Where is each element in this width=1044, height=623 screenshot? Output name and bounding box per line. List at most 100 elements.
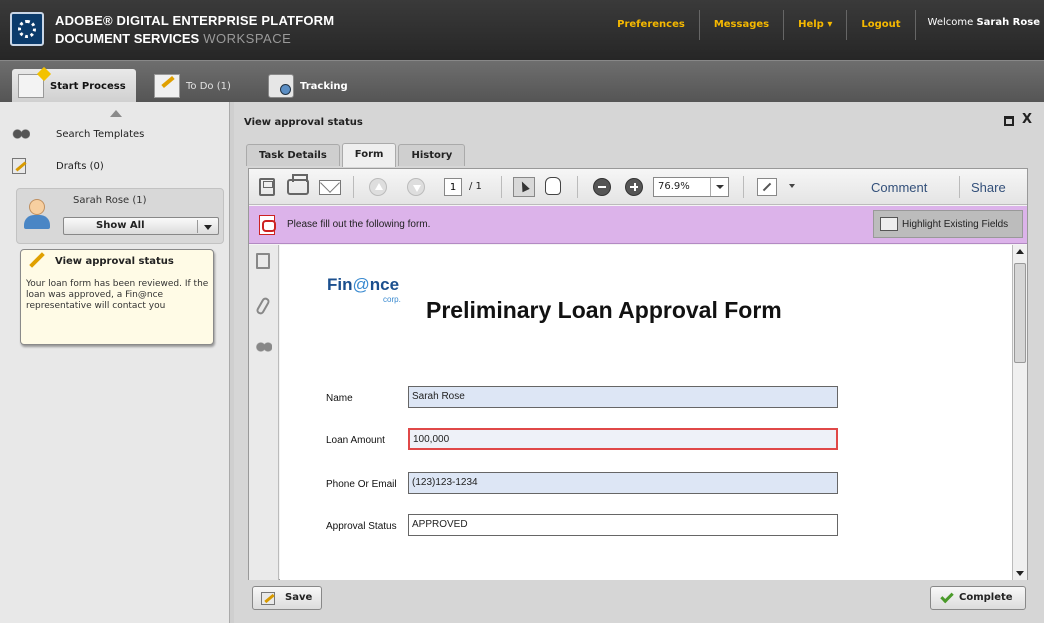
zoom-out-icon[interactable] — [593, 178, 611, 196]
tab-tracking-label: Tracking — [300, 80, 348, 92]
highlight-fields-button[interactable]: Highlight Existing Fields — [873, 210, 1023, 238]
page-total: / 1 — [469, 181, 482, 192]
tab-start-process[interactable]: Start Process — [12, 69, 136, 103]
tab-history[interactable]: History — [398, 144, 466, 166]
comment-button[interactable]: Comment — [871, 180, 927, 195]
print-icon[interactable] — [287, 174, 309, 195]
welcome-text: Welcome Sarah Rose — [916, 10, 1044, 28]
logo-part-1: Fin — [327, 275, 353, 294]
help-menu[interactable]: Help ▾ — [784, 10, 848, 40]
task-description: Your loan form has been reviewed. If the… — [26, 279, 209, 311]
messages-link[interactable]: Messages — [700, 10, 785, 40]
tab-form[interactable]: Form — [341, 143, 397, 167]
top-links: Preferences Messages Help ▾ Logout Welco… — [603, 10, 1044, 40]
sidebar-item-search-templates[interactable]: Search Templates — [12, 126, 144, 142]
pages-icon[interactable] — [256, 253, 270, 269]
phone-email-label: Phone Or Email — [326, 479, 397, 490]
task-title: View approval status — [55, 256, 174, 267]
brand-title: ADOBE® DIGITAL ENTERPRISE PLATFORM — [55, 13, 335, 28]
form-document-icon — [259, 215, 276, 235]
scroll-up-icon[interactable] — [1016, 249, 1024, 254]
save-icon[interactable] — [259, 178, 275, 196]
left-sidebar: Search Templates Drafts (0) Sarah Rose (… — [0, 102, 230, 623]
find-binoculars-icon[interactable] — [256, 339, 272, 355]
start-process-icon — [18, 74, 44, 98]
name-field[interactable]: Sarah Rose — [408, 386, 838, 408]
main-tab-bar: Start Process To Do (1) Tracking — [0, 60, 1044, 103]
to-do-icon — [154, 74, 180, 98]
approval-status-label: Approval Status — [326, 521, 397, 532]
document-scrollbar[interactable] — [1012, 245, 1027, 580]
search-templates-label: Search Templates — [56, 128, 145, 140]
share-button[interactable]: Share — [971, 180, 1006, 195]
tracking-icon — [268, 74, 294, 98]
user-queue-panel: Sarah Rose (1) Show All — [16, 188, 224, 244]
checkmark-icon — [940, 589, 954, 604]
highlight-fields-icon — [880, 217, 898, 231]
form-title: Preliminary Loan Approval Form — [426, 297, 782, 323]
zoom-value: 76.9% — [658, 181, 690, 192]
viewer-toolbar: / 1 76.9% Comment Share — [249, 169, 1027, 205]
collapse-up-icon[interactable] — [110, 110, 122, 117]
phone-email-field[interactable]: (123)123-1234 — [408, 472, 838, 494]
zoom-in-icon[interactable] — [625, 178, 643, 196]
tab-tracking[interactable]: Tracking — [262, 69, 358, 103]
tab-task-details[interactable]: Task Details — [246, 144, 340, 166]
task-subtabs: Task Details Form History — [246, 143, 467, 167]
scroll-thumb[interactable] — [1014, 263, 1026, 363]
loan-amount-field[interactable]: 100,000 — [408, 428, 838, 450]
filter-dropdown[interactable]: Show All — [63, 217, 219, 235]
brand-subtitle: DOCUMENT SERVICES WORKSPACE — [55, 31, 291, 46]
document-page: Fin@nce corp. Preliminary Loan Approval … — [280, 245, 1012, 580]
chevron-down-icon — [204, 225, 212, 230]
task-card[interactable]: View approval status Your loan form has … — [20, 249, 214, 345]
logout-link[interactable]: Logout — [847, 10, 916, 40]
complete-label: Complete — [959, 592, 1013, 603]
document-side-rail — [249, 245, 279, 580]
save-draft-icon — [261, 592, 275, 605]
filter-value: Show All — [96, 220, 145, 231]
page-number-input[interactable] — [444, 178, 462, 196]
more-options-icon[interactable] — [789, 184, 795, 188]
loan-amount-label: Loan Amount — [326, 435, 385, 446]
finance-logo-corp: corp. — [383, 295, 401, 304]
paperclip-icon[interactable] — [255, 296, 271, 316]
queue-user-name: Sarah Rose (1) — [73, 195, 147, 206]
tab-start-label: Start Process — [50, 80, 126, 92]
adobe-logo-icon — [10, 12, 44, 46]
pdf-viewer: / 1 76.9% Comment Share Please fill out … — [248, 168, 1028, 580]
save-label: Save — [285, 592, 313, 603]
sidebar-item-drafts[interactable]: Drafts (0) — [12, 158, 104, 174]
welcome-prefix: Welcome — [927, 17, 974, 28]
email-icon[interactable] — [319, 180, 341, 195]
save-button[interactable]: Save — [252, 586, 322, 610]
tab-todo-label: To Do (1) — [186, 80, 231, 92]
page-title: View approval status — [244, 117, 363, 128]
hand-tool-icon[interactable] — [545, 177, 561, 195]
app-header: ADOBE® DIGITAL ENTERPRISE PLATFORM DOCUM… — [0, 0, 1044, 60]
logo-at: @ — [352, 275, 370, 294]
drafts-icon — [12, 158, 26, 174]
previous-page-icon[interactable] — [369, 178, 387, 196]
form-message-text: Please fill out the following form. — [287, 219, 431, 230]
binoculars-icon — [12, 126, 30, 142]
brand-workspace: WORKSPACE — [203, 31, 292, 46]
brand-product: DOCUMENT SERVICES — [55, 31, 200, 46]
task-panel: View approval status X Task Details Form… — [234, 102, 1044, 623]
finance-logo: Fin@nce — [327, 275, 399, 295]
preferences-link[interactable]: Preferences — [603, 10, 700, 40]
zoom-dropdown-icon — [710, 178, 728, 196]
scroll-down-icon[interactable] — [1016, 571, 1024, 576]
drafts-label: Drafts (0) — [56, 160, 104, 172]
select-tool-icon[interactable] — [513, 177, 535, 197]
pencil-icon — [29, 252, 45, 268]
next-page-icon[interactable] — [407, 178, 425, 196]
complete-button[interactable]: Complete — [930, 586, 1026, 610]
zoom-select[interactable]: 76.9% — [653, 177, 729, 197]
tab-to-do[interactable]: To Do (1) — [148, 69, 241, 103]
approval-status-field[interactable]: APPROVED — [408, 514, 838, 536]
fit-page-icon[interactable] — [757, 178, 777, 196]
avatar — [23, 199, 51, 229]
restore-window-icon[interactable] — [1004, 116, 1014, 126]
close-button[interactable]: X — [1022, 112, 1032, 127]
